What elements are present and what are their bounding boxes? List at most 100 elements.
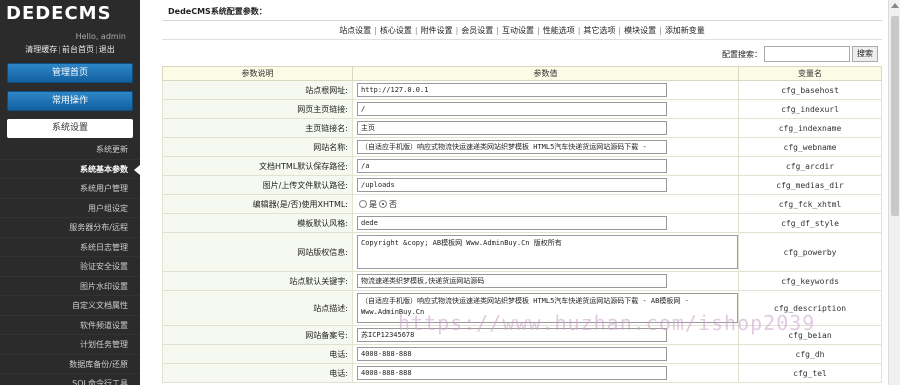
search-button[interactable]: 搜索 bbox=[852, 46, 878, 62]
param-input[interactable]: /uploads bbox=[357, 178, 667, 192]
param-input[interactable]: 4008-888-888 bbox=[357, 347, 667, 361]
param-varname: cfg_webname bbox=[738, 137, 882, 157]
sidebar-item[interactable]: 验证安全设置 bbox=[0, 257, 140, 277]
sidebar-item[interactable]: 计划任务管理 bbox=[0, 335, 140, 355]
table-row: 网页主页链接: / cfg_indexurl bbox=[162, 99, 882, 119]
config-tab[interactable]: 互动设置 bbox=[502, 26, 534, 35]
param-textarea[interactable]: Copyright &copy; AB模板网 Www.AdminBuy.Cn 版… bbox=[357, 235, 738, 269]
sidebar-item[interactable]: 服务器分布/远程 bbox=[0, 218, 140, 238]
scroll-thumb[interactable] bbox=[891, 16, 899, 216]
sidebar-item[interactable]: 系统基本参数 bbox=[0, 160, 140, 179]
sidebar-item[interactable]: 用户组设定 bbox=[0, 199, 140, 218]
nav-home-button[interactable]: 管理首页 bbox=[7, 63, 133, 83]
tab-separator: | bbox=[374, 26, 377, 35]
scroll-up-icon[interactable] bbox=[891, 3, 899, 8]
user-links: 清理缓存|前台首页|退出 bbox=[0, 44, 140, 55]
clear-cache-link[interactable]: 清理缓存 bbox=[25, 45, 57, 54]
param-varname: cfg_powerby bbox=[738, 232, 882, 272]
vertical-scrollbar[interactable] bbox=[888, 0, 900, 385]
param-value-cell: 物流速递类织梦模板,快递货运网站源码 bbox=[352, 271, 739, 291]
sidebar-item[interactable]: 系统用户管理 bbox=[0, 179, 140, 199]
table-row: 图片/上传文件默认路径: /uploads cfg_medias_dir bbox=[162, 175, 882, 195]
radio-button[interactable] bbox=[359, 200, 367, 208]
param-value-cell: Copyright &copy; AB模板网 Www.AdminBuy.Cn 版… bbox=[352, 232, 739, 272]
sidebar-item[interactable]: 系统更新 bbox=[0, 140, 140, 160]
param-input[interactable]: /a bbox=[357, 159, 667, 173]
submenu: 系统更新 系统基本参数 系统用户管理 用户组设定 服务器分布/远程 系统日志管理 验证安全设… bbox=[0, 140, 140, 385]
param-label: 编辑器(是/否)使用XHTML: bbox=[162, 194, 353, 214]
param-input[interactable]: dede bbox=[357, 216, 667, 230]
table-row: 网站名称: （自适应手机版）响应式物流快运速递类网站织梦模板 HTML5汽车快递货… bbox=[162, 137, 882, 157]
param-input[interactable]: 主页 bbox=[357, 121, 667, 135]
param-varname: cfg_tel bbox=[738, 363, 882, 383]
config-tab[interactable]: 站点设置 bbox=[339, 26, 371, 35]
param-value-cell: dede bbox=[352, 213, 739, 233]
config-tab[interactable]: 会员设置 bbox=[461, 26, 493, 35]
param-value-cell: / bbox=[352, 99, 739, 119]
param-varname: cfg_dh bbox=[738, 344, 882, 364]
param-label: 网站备案号: bbox=[162, 325, 353, 345]
param-input[interactable]: / bbox=[357, 102, 667, 116]
param-label: 网站名称: bbox=[162, 137, 353, 157]
param-label: 站点根网址: bbox=[162, 80, 353, 100]
param-value-cell: http://127.0.0.1 bbox=[352, 80, 739, 100]
param-value-cell: /uploads bbox=[352, 175, 739, 195]
param-value-cell: 4008-888-888 bbox=[352, 344, 739, 364]
table-row: 电话: 4008-888-888 cfg_dh bbox=[162, 344, 882, 364]
table-row: 主页链接名: 主页 cfg_indexname bbox=[162, 118, 882, 138]
param-value-cell: （自适应手机版）响应式物流快运速递类网站织梦模板 HTML5汽车快递货运网站源码… bbox=[352, 137, 739, 157]
param-varname: cfg_medias_dir bbox=[738, 175, 882, 195]
separator: | bbox=[95, 45, 98, 54]
config-tab[interactable]: 性能选项 bbox=[543, 26, 575, 35]
params-table: 参数说明 参数值 变量名 站点根网址: http://127.0.0.1 cfg_b… bbox=[162, 66, 882, 383]
dedecms-logo: DEDECMS bbox=[6, 3, 112, 24]
param-value-cell: 是否 bbox=[352, 194, 739, 214]
watermark-text: https://www.huzhan.com/ishop2039 bbox=[398, 311, 816, 335]
search-bar: 配置搜索： 搜索 bbox=[162, 46, 882, 64]
param-varname: cfg_df_style bbox=[738, 213, 882, 233]
param-input[interactable]: http://127.0.0.1 bbox=[357, 83, 667, 97]
config-tabs: 站点设置 | 核心设置 | 附件设置 | 会员设置 | 互动设置 | 性能选项 | 其它选项 | 模块设置 |… bbox=[162, 22, 882, 40]
param-label: 文档HTML默认保存路径: bbox=[162, 156, 353, 176]
param-label: 网页主页链接: bbox=[162, 99, 353, 119]
param-label: 图片/上传文件默认路径: bbox=[162, 175, 353, 195]
param-varname: cfg_basehost bbox=[738, 80, 882, 100]
sidebar-item[interactable]: SQL命令行工具 bbox=[0, 374, 140, 385]
param-input[interactable]: （自适应手机版）响应式物流快运速递类网站织梦模板 HTML5汽车快递货运网站源码… bbox=[357, 140, 667, 154]
config-tab[interactable]: 添加新变量 bbox=[665, 26, 705, 35]
config-tab[interactable]: 模块设置 bbox=[624, 26, 656, 35]
param-varname: cfg_indexurl bbox=[738, 99, 882, 119]
config-tab[interactable]: 附件设置 bbox=[421, 26, 453, 35]
sidebar-item[interactable]: 图片水印设置 bbox=[0, 277, 140, 296]
param-label: 主页链接名: bbox=[162, 118, 353, 138]
logout-link[interactable]: 退出 bbox=[99, 45, 115, 54]
radio-label: 否 bbox=[389, 199, 397, 209]
sidebar-item[interactable]: 自定义文档属性 bbox=[0, 296, 140, 316]
param-value-cell: 主页 bbox=[352, 118, 739, 138]
param-label: 模板默认风格: bbox=[162, 213, 353, 233]
tab-separator: | bbox=[659, 26, 662, 35]
sidebar-item[interactable]: 系统日志管理 bbox=[0, 238, 140, 257]
param-input[interactable]: 4008-888-888 bbox=[357, 366, 667, 380]
param-varname: cfg_indexname bbox=[738, 118, 882, 138]
param-value-cell: 4008-888-888 bbox=[352, 363, 739, 383]
table-row: 站点默认关键字: 物流速递类织梦模板,快递货运网站源码 cfg_keywords bbox=[162, 271, 882, 291]
config-tab[interactable]: 核心设置 bbox=[380, 26, 412, 35]
param-label: 电话: bbox=[162, 344, 353, 364]
table-row: 文档HTML默认保存路径: /a cfg_arcdir bbox=[162, 156, 882, 176]
radio-button[interactable] bbox=[379, 200, 387, 208]
tab-separator: | bbox=[618, 26, 622, 35]
tab-separator: | bbox=[496, 26, 499, 35]
param-input[interactable]: 物流速递类织梦模板,快递货运网站源码 bbox=[357, 274, 667, 288]
search-input[interactable] bbox=[764, 46, 850, 62]
hello-user: Hello, admin bbox=[75, 32, 126, 41]
config-tab[interactable]: 其它选项 bbox=[583, 26, 615, 35]
frontend-home-link[interactable]: 前台首页 bbox=[62, 45, 94, 54]
table-row: 站点根网址: http://127.0.0.1 cfg_basehost bbox=[162, 80, 882, 100]
search-label: 配置搜索： bbox=[722, 50, 762, 59]
nav-common-button[interactable]: 常用操作 bbox=[7, 91, 133, 111]
sidebar-item[interactable]: 数据库备份/还原 bbox=[0, 355, 140, 374]
section-system-settings[interactable]: 系统设置 bbox=[7, 119, 133, 138]
sidebar-item[interactable]: 软件频道设置 bbox=[0, 316, 140, 335]
page-title: DedeCMS系统配置参数： bbox=[162, 3, 882, 21]
